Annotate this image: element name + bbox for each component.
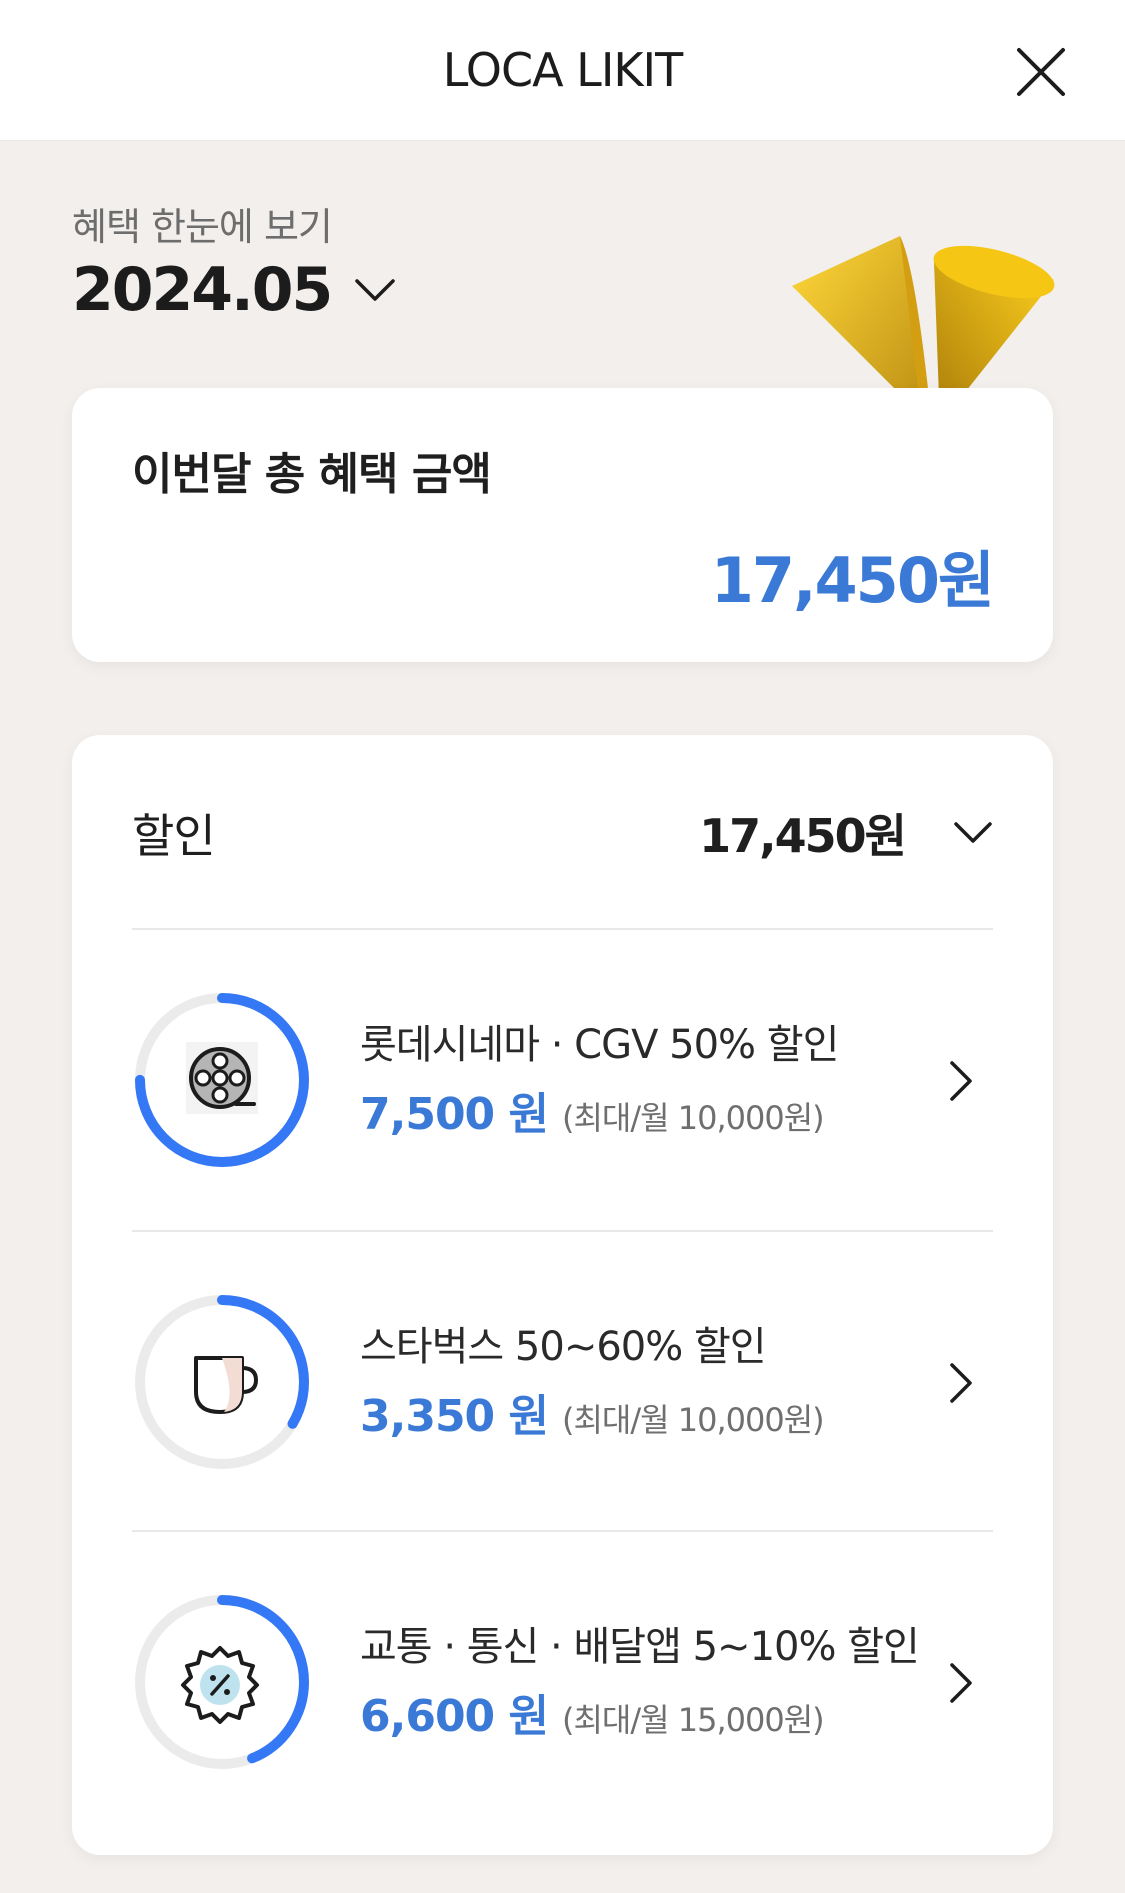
film-reel-icon	[186, 1042, 258, 1114]
benefit-limit: (최대/월 10,000원)	[561, 1099, 825, 1137]
discount-card: 할인 17,450원 롯데시네마 · CGV 50% 할인 7,500 원 (최…	[72, 735, 1053, 1855]
discount-title: 할인	[132, 808, 216, 863]
benefit-title: 교통 · 통신 · 배달앱 5~10% 할인	[360, 1624, 920, 1670]
chevron-right-icon	[950, 1061, 972, 1101]
benefit-limit: (최대/월 15,000원)	[561, 1701, 825, 1739]
chevron-right-icon	[950, 1663, 972, 1703]
chevron-right-icon	[950, 1363, 972, 1403]
discount-total: 17,450원	[699, 808, 907, 863]
progress-ring	[135, 1595, 309, 1769]
coffee-cup-icon	[194, 1356, 259, 1414]
total-benefit-card: 이번달 총 혜택 금액 17,450원	[72, 388, 1053, 662]
chevron-down-icon	[355, 279, 396, 301]
total-benefit-amount: 17,450원	[710, 544, 995, 617]
month-selector[interactable]: 2024.05	[72, 255, 397, 325]
month-value: 2024.05	[72, 255, 333, 325]
top-bar: LOCA LIKIT	[0, 0, 1125, 141]
section-subtitle: 혜택 한눈에 보기	[72, 205, 333, 249]
benefit-amount: 7,500 원	[360, 1089, 549, 1140]
benefit-amount: 3,350 원	[360, 1391, 549, 1442]
benefit-title: 롯데시네마 · CGV 50% 할인	[360, 1022, 839, 1068]
close-icon[interactable]	[1015, 46, 1067, 98]
total-benefit-label: 이번달 총 혜택 금액	[132, 449, 492, 500]
chevron-down-icon	[954, 821, 992, 843]
app-title: LOCA LIKIT	[442, 43, 683, 97]
progress-ring	[135, 1295, 309, 1469]
list-item-starbucks[interactable]: 스타벅스 50~60% 할인 3,350 원 (최대/월 10,000원)	[132, 1232, 993, 1532]
discount-badge-icon	[181, 1646, 259, 1724]
discount-header[interactable]: 할인 17,450원	[132, 735, 993, 930]
benefit-amount: 6,600 원	[360, 1691, 549, 1742]
benefit-title: 스타벅스 50~60% 할인	[360, 1324, 767, 1370]
list-item-cinema[interactable]: 롯데시네마 · CGV 50% 할인 7,500 원 (최대/월 10,000원…	[132, 930, 993, 1230]
progress-ring	[135, 993, 309, 1167]
benefit-limit: (최대/월 10,000원)	[561, 1401, 825, 1439]
list-item-transport[interactable]: 교통 · 통신 · 배달앱 5~10% 할인 6,600 원 (최대/월 15,…	[132, 1532, 993, 1832]
